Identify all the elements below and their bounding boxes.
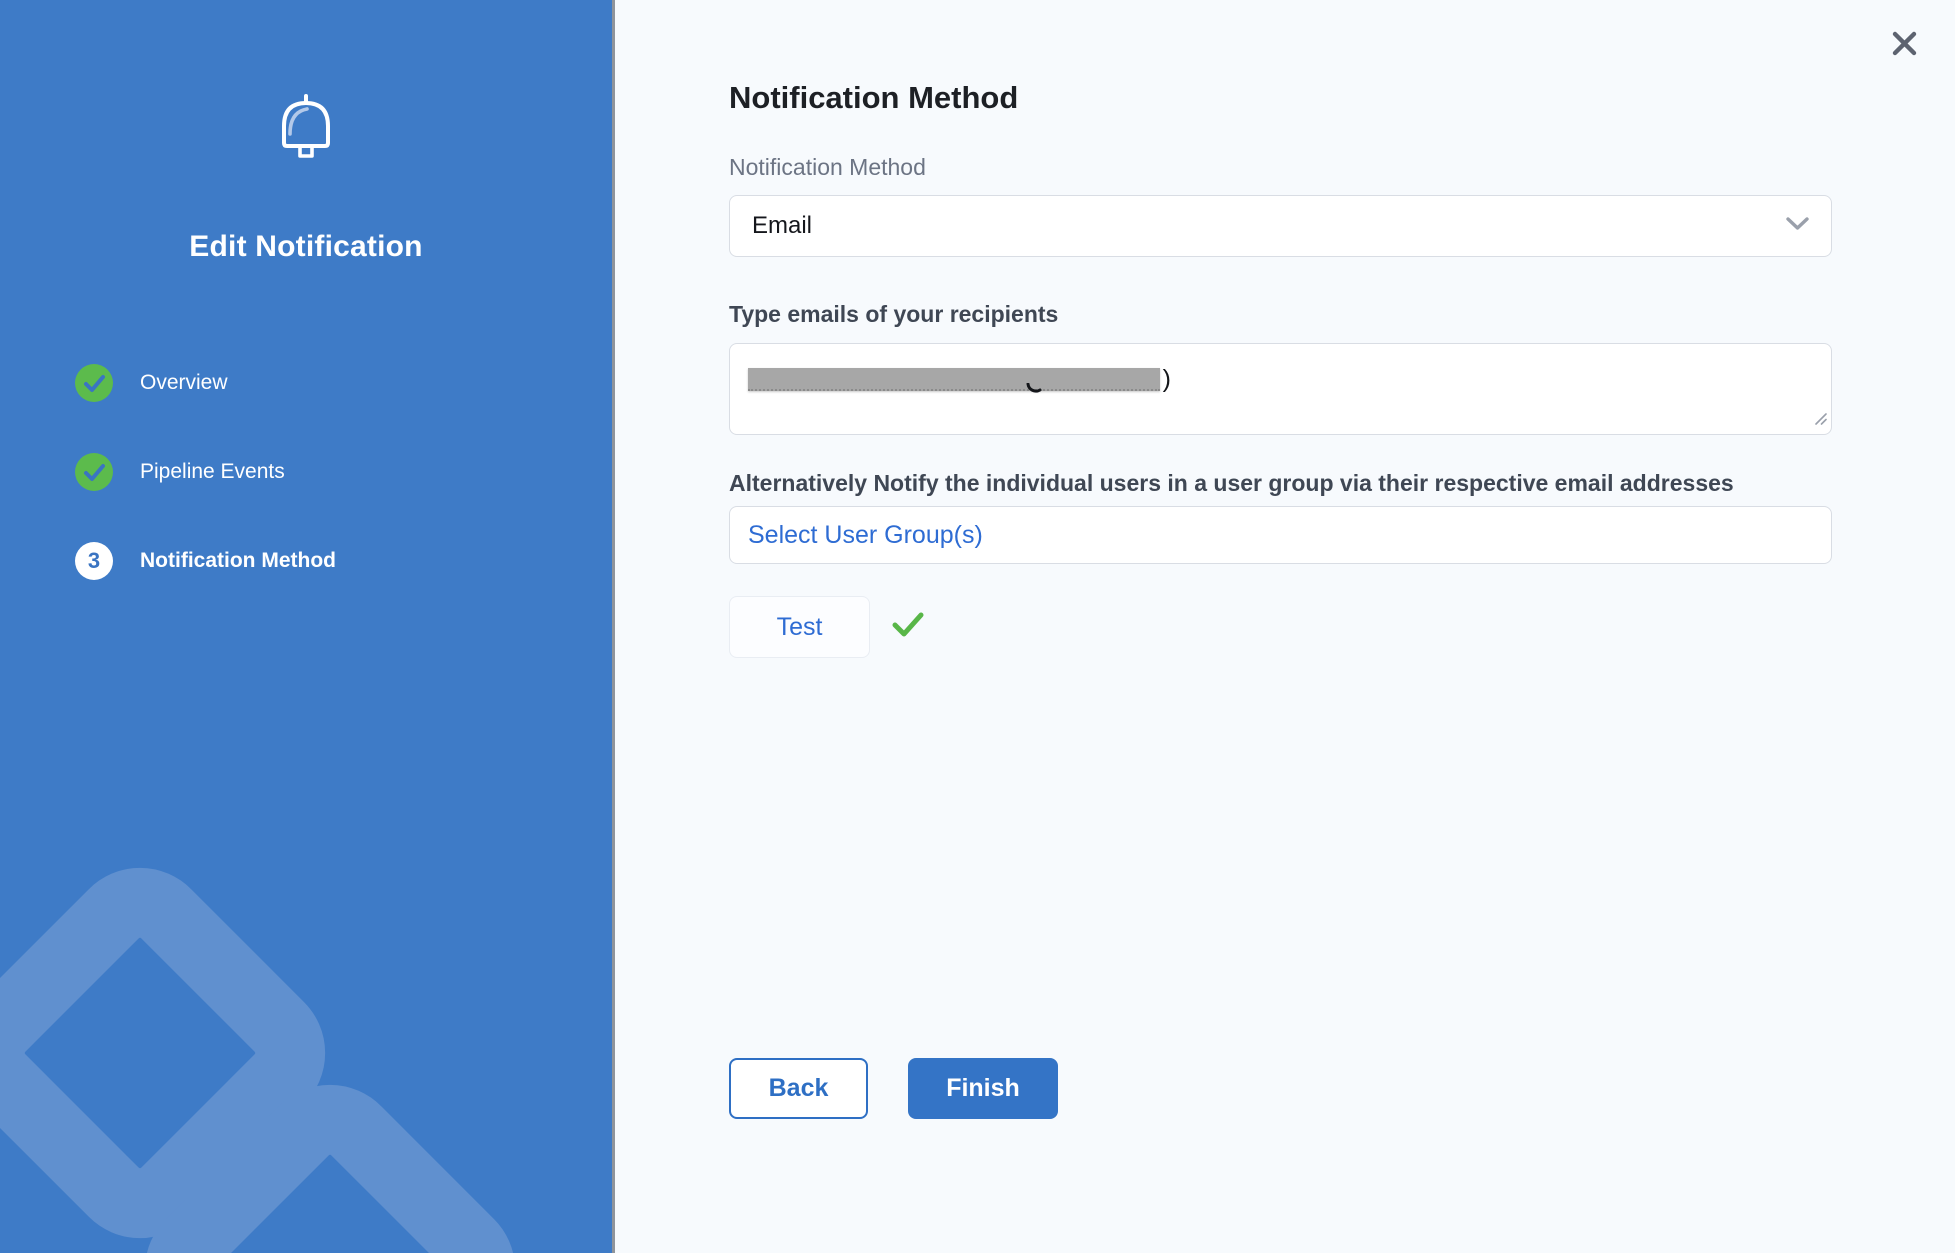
finish-button[interactable]: Finish (908, 1058, 1058, 1119)
step-number: 3 (75, 542, 113, 580)
method-label: Notification Method (729, 154, 1832, 181)
success-check-icon (892, 612, 924, 643)
close-button[interactable] (1887, 28, 1921, 62)
test-row: Test (729, 596, 1832, 658)
wizard-steps: Overview Pipeline Events 3 Notification … (0, 364, 612, 580)
select-user-groups-button[interactable]: Select User Group(s) (729, 506, 1832, 564)
select-user-groups-label: Select User Group(s) (748, 521, 983, 550)
bell-icon (273, 93, 339, 174)
sidebar-header: Edit Notification (0, 0, 612, 264)
select-value: Email (752, 212, 1786, 240)
check-circle-icon (75, 364, 113, 402)
close-icon (1891, 30, 1918, 60)
check-circle-icon (75, 453, 113, 491)
step-pipeline-events[interactable]: Pipeline Events (75, 453, 612, 491)
step-label: Notification Method (140, 549, 336, 573)
step-label: Overview (140, 371, 228, 395)
step-overview[interactable]: Overview (75, 364, 612, 402)
step-notification-method[interactable]: 3 Notification Method (75, 542, 612, 580)
back-button[interactable]: Back (729, 1058, 868, 1119)
edit-notification-modal: Edit Notification Overview (0, 0, 1955, 1253)
redacted-visible-character: ) (1163, 365, 1171, 394)
sidebar: Edit Notification Overview (0, 0, 615, 1253)
step-number-badge: 3 (75, 542, 113, 580)
chevron-down-icon (1786, 217, 1809, 236)
resize-handle[interactable] (1813, 411, 1827, 430)
user-group-hint: Alternatively Notify the individual user… (729, 470, 1832, 497)
recipients-textarea[interactable]: ) (729, 343, 1832, 435)
wizard-footer: Back Finish (729, 1058, 1832, 1119)
sidebar-title: Edit Notification (189, 230, 422, 264)
notification-method-select[interactable]: Email (729, 195, 1832, 257)
step-label: Pipeline Events (140, 460, 285, 484)
page-title: Notification Method (729, 0, 1832, 116)
redacted-glyph-fragment (1026, 382, 1042, 400)
recipients-label: Type emails of your recipients (729, 301, 1832, 328)
test-button[interactable]: Test (729, 596, 870, 658)
notification-method-panel: Notification Method Notification Method … (615, 0, 1955, 1253)
redacted-email-value: ) (748, 368, 1160, 391)
